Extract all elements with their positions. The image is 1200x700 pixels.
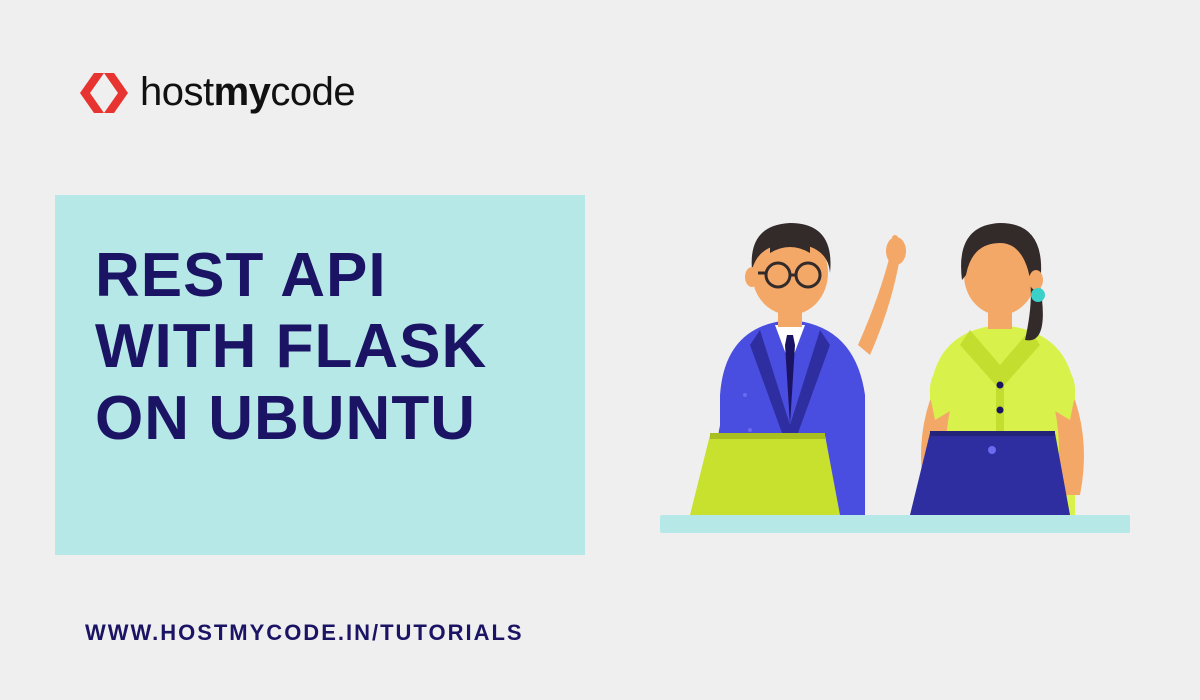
people-laptops-illustration [630,195,1160,555]
logo-word-my: my [214,70,271,114]
url-text: WWW.HOSTMYCODE.IN/TUTORIALS [85,620,524,646]
logo-text: hostmycode [140,70,355,115]
logo-icon [80,71,128,115]
logo-word-host: host [140,70,214,114]
page-title: REST API WITH FLASK ON UBUNTU [95,240,550,454]
logo-word-code: code [270,70,355,114]
brand-logo: hostmycode [80,70,355,115]
title-panel: REST API WITH FLASK ON UBUNTU [55,195,585,555]
